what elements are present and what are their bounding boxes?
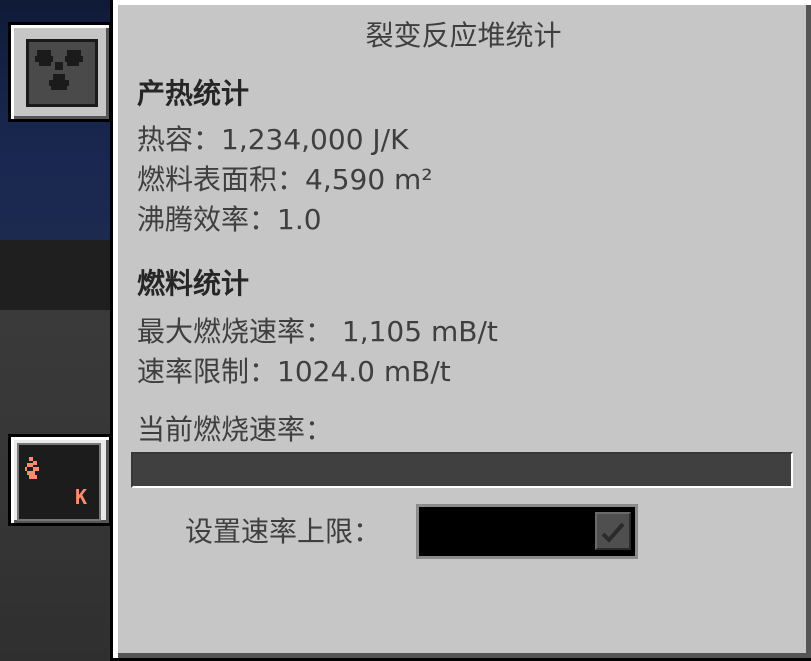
- tab-heat[interactable]: K: [8, 434, 112, 526]
- radiation-icon: [35, 50, 83, 90]
- rate-limit-input[interactable]: [419, 507, 589, 556]
- heat-capacity-text: 热容：1,234,000 J/K: [137, 123, 409, 156]
- window-title: 裂变反应堆统计: [365, 19, 562, 52]
- fuel-surface-area-text: 燃料表面积：4,590 m²: [137, 163, 433, 196]
- boil-efficiency-text: 沸腾效率：1.0: [137, 203, 322, 236]
- confirm-rate-button[interactable]: [595, 512, 631, 550]
- burn-rate-bar: [131, 452, 793, 488]
- checkmark-icon: [601, 522, 625, 543]
- current-burn-rate-label: 当前燃烧速率：: [137, 413, 334, 446]
- rate-limit-text: 速率限制：1024.0 mB/t: [137, 355, 451, 388]
- heat-icon-frame: K: [17, 443, 101, 521]
- tab-reactor-stats[interactable]: [8, 22, 112, 122]
- reactor-stats-panel: 裂变反应堆统计 产热统计 热容：1,234,000 J/K 燃料表面积：4,59…: [110, 0, 811, 661]
- fuel-section-heading: 燃料统计: [137, 267, 250, 300]
- rate-limit-field: [416, 504, 638, 559]
- heat-section-heading: 产热统计: [137, 77, 250, 110]
- heat-unit-badge: K: [75, 485, 88, 509]
- rate-limit-label: 设置速率上限：: [185, 515, 382, 548]
- max-burn-rate-text: 最大燃烧速率： 1,105 mB/t: [137, 315, 498, 348]
- radiation-icon-frame: [26, 39, 98, 107]
